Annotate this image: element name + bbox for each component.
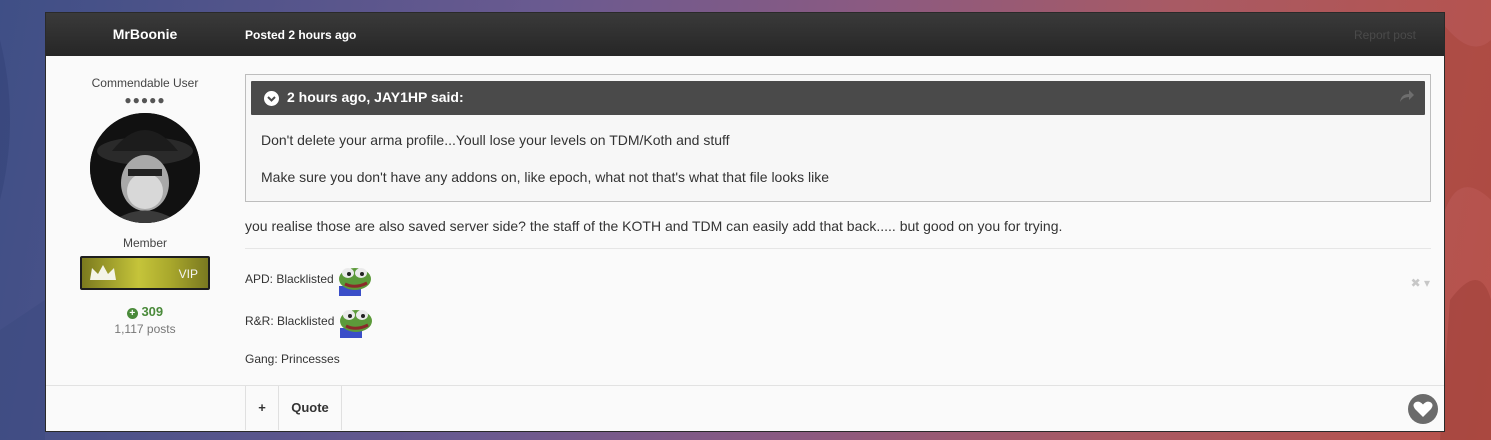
author-name-link[interactable]: MrBoonie	[46, 26, 244, 42]
pepe-emoji-icon	[339, 310, 372, 338]
rank-pips: ●●●●●	[124, 93, 166, 107]
signature-text: R&R: Blacklisted	[245, 314, 335, 329]
reputation: + 309	[46, 304, 244, 319]
post-body: you realise those are also saved server …	[245, 218, 1063, 234]
signature-line: APD: Blacklisted	[245, 264, 373, 296]
post-header: MrBoonie Posted 2 hours ago Report post	[46, 13, 1444, 56]
signature-line: R&R: Blacklisted	[245, 306, 374, 338]
author-info: Commendable User ●●●●● Member VIP + 309	[46, 56, 244, 336]
multiquote-button[interactable]: +	[245, 386, 279, 430]
rank-title: Commendable User	[91, 76, 199, 90]
forum-post: MrBoonie Posted 2 hours ago Report post …	[45, 12, 1445, 432]
quote-line: Make sure you don't have any addons on, …	[261, 169, 830, 185]
share-icon[interactable]	[1399, 89, 1415, 108]
plus-circle-icon: +	[126, 308, 138, 319]
badge-label: VIP	[178, 267, 198, 281]
reputation-value: 309	[141, 304, 164, 319]
quote-line: Don't delete your arma profile...Youll l…	[261, 132, 730, 148]
member-group: Member	[122, 236, 167, 250]
avatar[interactable]	[90, 113, 200, 223]
post-footer: + Quote	[46, 385, 1444, 431]
report-post-link[interactable]: Report post	[1354, 28, 1416, 42]
heart-icon[interactable]	[1408, 394, 1438, 424]
signature-divider	[245, 248, 1431, 249]
crown-icon	[90, 265, 116, 280]
quote-button[interactable]: Quote	[278, 386, 342, 430]
quote-citation: 2 hours ago, JAY1HP said:	[287, 89, 464, 105]
post-count: 1,117 posts	[114, 322, 176, 336]
signature-line: Gang: Princesses	[245, 352, 340, 366]
signature-text: APD: Blacklisted	[245, 272, 334, 287]
pepe-emoji-icon	[339, 268, 372, 296]
chevron-down-icon[interactable]	[264, 91, 279, 106]
close-icon[interactable]: ✖ ▾	[1411, 276, 1430, 290]
posted-time: Posted 2 hours ago	[245, 28, 357, 42]
quote-header: 2 hours ago, JAY1HP said:	[251, 81, 1425, 115]
quote-block: 2 hours ago, JAY1HP said: Don't delete y…	[245, 74, 1431, 202]
vip-badge: VIP	[80, 256, 210, 290]
